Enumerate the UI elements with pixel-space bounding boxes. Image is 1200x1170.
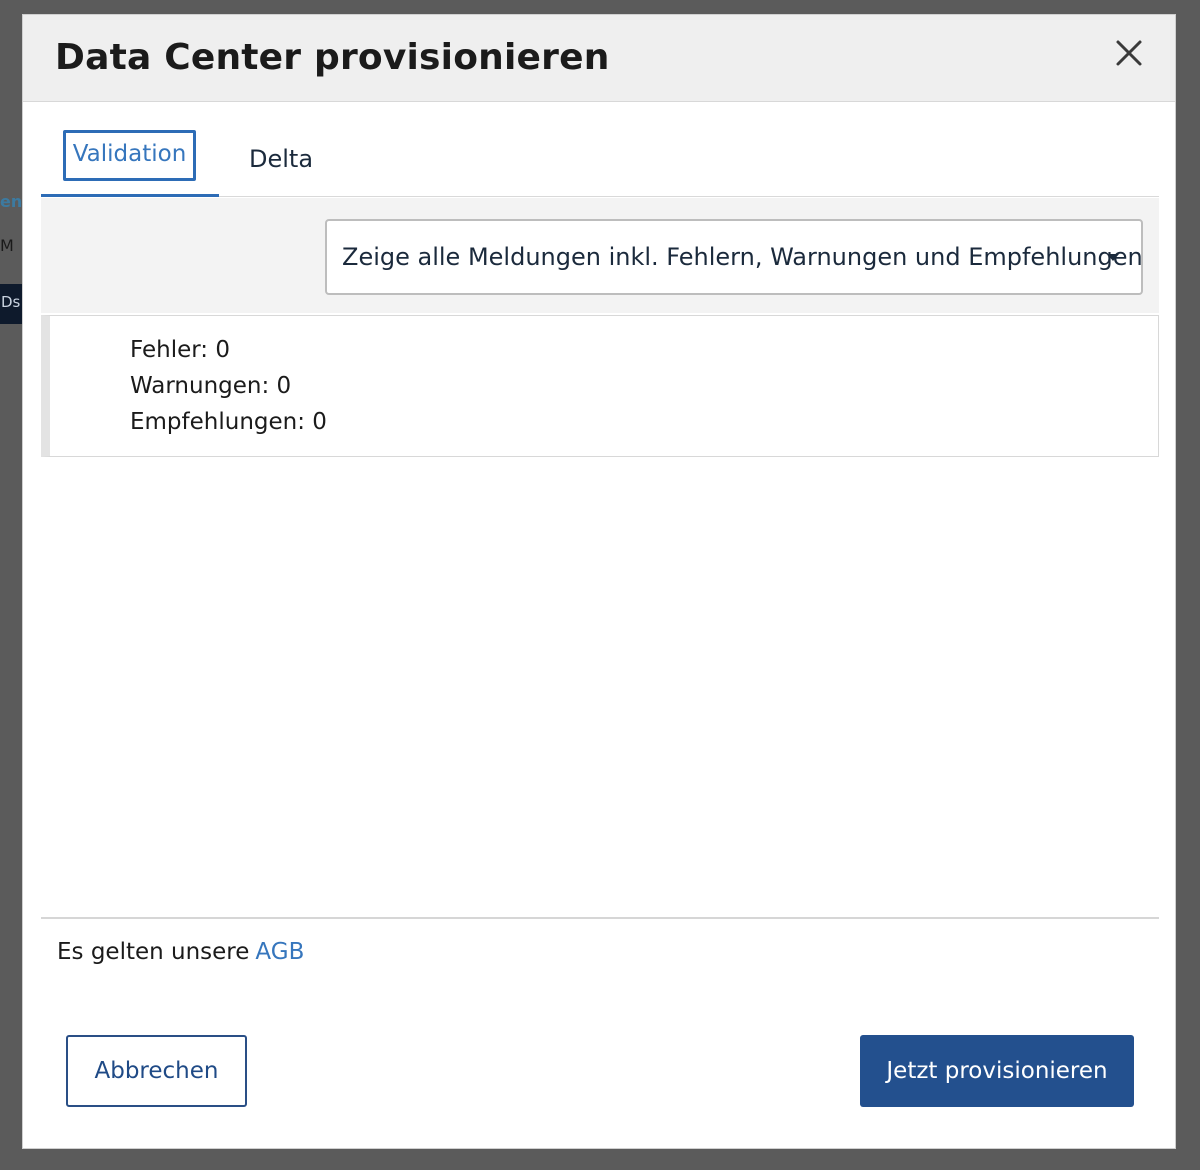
caret-down-icon [1107,254,1119,261]
filter-bar: Zeige alle Meldungen inkl. Fehlern, Warn… [41,198,1159,313]
message-filter-select[interactable]: Zeige alle Meldungen inkl. Fehlern, Warn… [325,219,1143,295]
tab-bar: Validation Delta [41,115,1159,197]
warning-count: Warnungen: 0 [130,373,292,399]
provision-dialog: Data Center provisionieren Validation De… [22,14,1176,1149]
tab-validation[interactable]: Validation [41,115,219,197]
terms-text: Es gelten unsere [57,939,250,965]
tab-label: Validation [63,130,196,181]
tab-label: Delta [249,145,314,173]
footer-divider [41,917,1159,919]
dialog-header: Data Center provisionieren [23,15,1175,102]
provision-now-button[interactable]: Jetzt provisionieren [860,1035,1134,1107]
close-icon [1116,40,1142,66]
terms-notice: Es gelten unsere AGB [57,939,304,965]
tab-delta[interactable]: Delta [249,115,349,197]
select-value: Zeige alle Meldungen inkl. Fehlern, Warn… [342,243,1143,271]
cancel-button[interactable]: Abbrechen [66,1035,247,1107]
dialog-title: Data Center provisionieren [55,37,610,78]
agb-link[interactable]: AGB [255,939,304,965]
error-count: Fehler: 0 [130,337,230,363]
background-fragment: Ds [0,284,22,324]
recommendation-count: Empfehlungen: 0 [130,409,327,435]
close-button[interactable] [1113,37,1145,69]
background-fragment: M [0,236,14,255]
background-fragment: en [0,192,23,211]
validation-summary: Fehler: 0 Warnungen: 0 Empfehlungen: 0 [41,315,1159,457]
